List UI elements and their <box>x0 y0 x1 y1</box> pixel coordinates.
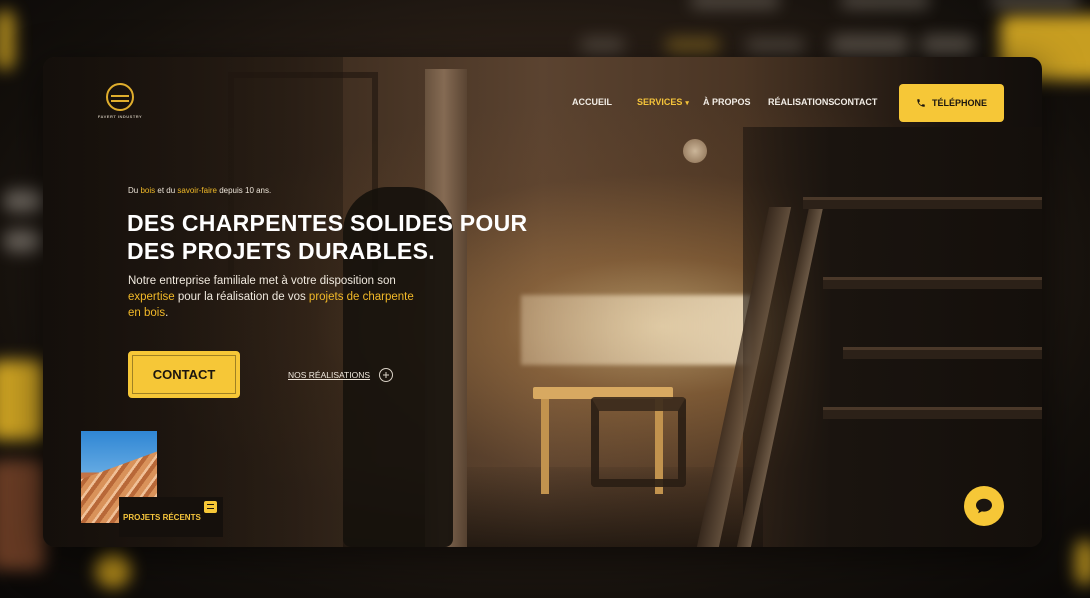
intro-highlight: expertise <box>128 291 175 303</box>
blurred-shape <box>0 360 45 440</box>
kicker-text: et du <box>155 186 178 195</box>
blurred-shape <box>95 552 131 588</box>
rack-plank <box>823 407 1042 419</box>
kicker-highlight: bois <box>140 186 156 195</box>
kicker-text: Du <box>128 186 141 195</box>
phone-button-label: TÉLÉPHONE <box>931 98 987 108</box>
window-light <box>521 295 751 365</box>
nav-contact-label: CONTACT <box>834 97 878 107</box>
blurred-shape <box>745 38 805 53</box>
blurred-shape <box>990 0 1080 8</box>
hero-headline: DES CHARPENTES SOLIDES POUR DES PROJETS … <box>127 210 528 264</box>
blurred-shape <box>580 38 625 53</box>
intro-text: . <box>165 307 169 319</box>
phone-icon <box>916 98 926 108</box>
realisations-link[interactable]: NOS RÉALISATIONS <box>288 368 394 382</box>
blurred-shape <box>0 10 15 70</box>
hero-card: FAVERT INDUSTRY ACCUEIL SERVICES ▾ À PROP… <box>43 57 1042 547</box>
workbench-leg <box>541 399 549 494</box>
rack-plank <box>823 277 1042 289</box>
nav-services-label: SERVICES <box>637 97 683 107</box>
blurred-shape <box>0 460 45 570</box>
intro-text: pour la réalisation de vos <box>174 291 309 303</box>
recent-projects-label: PROJETS RÉCENTS <box>123 513 201 522</box>
chair <box>591 397 686 487</box>
blurred-shape <box>1075 540 1090 585</box>
logo-text: FAVERT INDUSTRY <box>97 114 143 119</box>
rack-plank <box>843 347 1042 359</box>
logo-mark-icon <box>106 83 134 111</box>
nav-realisations-label: RÉALISATIONS <box>768 97 835 107</box>
kicker-highlight: savoir-faire <box>177 186 217 195</box>
contact-button[interactable]: CONTACT <box>128 351 240 398</box>
blurred-shape <box>4 230 42 252</box>
nav-accueil[interactable]: ACCUEIL <box>572 97 612 107</box>
rack-plank <box>803 197 1042 209</box>
nav-accueil-label: ACCUEIL <box>572 97 612 107</box>
nav-realisations[interactable]: RÉALISATIONS <box>768 97 834 107</box>
kicker-text: depuis 10 ans. <box>216 186 272 195</box>
nav-a-propos[interactable]: À PROPOS <box>703 97 751 107</box>
realisations-link-label: NOS RÉALISATIONS <box>288 370 371 380</box>
blurred-shape <box>4 190 44 212</box>
nav-services[interactable]: SERVICES ▾ <box>637 97 689 107</box>
chat-button[interactable] <box>964 486 1004 526</box>
hero-intro: Notre entreprise familiale met à votre d… <box>128 273 428 321</box>
chevron-down-icon: ▾ <box>685 100 689 107</box>
blurred-shape <box>840 0 930 8</box>
plus-circle-icon <box>379 368 394 382</box>
nav-contact[interactable]: CONTACT <box>834 97 877 107</box>
nav-a-propos-label: À PROPOS <box>703 97 751 107</box>
light-bulb <box>683 139 707 163</box>
blurred-shape <box>830 35 910 55</box>
intro-text: Notre entreprise familiale met à votre d… <box>128 275 396 287</box>
logo[interactable]: FAVERT INDUSTRY <box>98 83 142 119</box>
chat-bubble-icon <box>975 498 993 514</box>
hero-kicker: Du bois et du savoir-faire depuis 10 ans… <box>128 186 271 195</box>
blurred-shape <box>690 0 780 8</box>
phone-button[interactable]: TÉLÉPHONE <box>899 84 1004 122</box>
menu-tag-icon <box>204 501 217 513</box>
blurred-shape <box>665 38 720 53</box>
blurred-shape <box>920 35 975 55</box>
